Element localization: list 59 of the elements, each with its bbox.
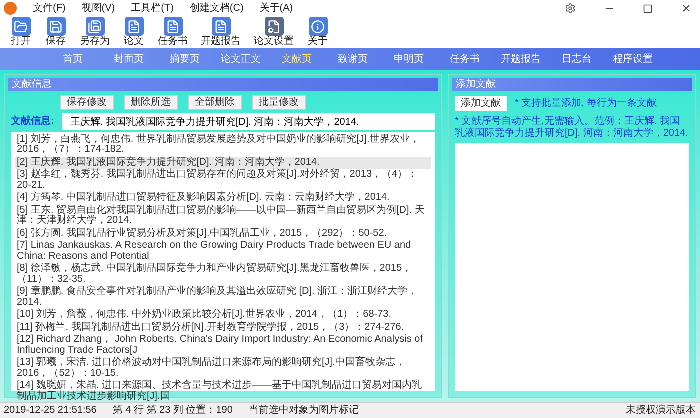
menu-item[interactable]: 文件(F): [33, 1, 66, 16]
action-button[interactable]: 批量修改: [252, 95, 306, 110]
hint-text: * 支持批量添加, 每行为一条文献: [515, 96, 658, 111]
reference-item[interactable]: [1] 刘芳，白燕飞，何忠伟. 世界乳制品贸易发展趋势及对中国奶业的影响研究[J].世界农业，2016，（7）：174-182.: [15, 134, 431, 156]
toolbar-button[interactable]: 开题报告: [201, 17, 241, 47]
add-reference-button[interactable]: 添加文献: [455, 96, 507, 111]
status-time: 2019-12-25 21:51:56: [4, 404, 97, 418]
license-text: 未授权演示版本: [626, 404, 696, 418]
reference-item[interactable]: [8] 徐泽敏，杨志武. 中国乳制品国际竞争力和产业内贸易研究[J].黑龙江畜牧兽医，2015，（11）：32-35.: [15, 264, 431, 286]
toolbar-button[interactable]: 论文: [123, 17, 145, 47]
info-icon: [308, 17, 328, 36]
nav-tab[interactable]: 日志台: [549, 52, 605, 66]
reference-item[interactable]: [6] 张方圆. 我国乳品行业贸易分析及对策[J].中国乳品工业，2015，（292）：50-52.: [15, 228, 431, 240]
nav-tab[interactable]: 申明页: [381, 52, 437, 66]
reference-item[interactable]: [3] 赵李红，魏秀芬. 我国乳制品进出口贸易存在的问题及对策[J].对外经贸，2013，（4）：20-21.: [15, 170, 431, 192]
reference-item[interactable]: [9] 章鹏鹏. 食品安全事件对乳制品产业的影响及其溢出效应研究 [D]. 浙江：浙江财经大学，2014.: [15, 286, 431, 308]
reference-item[interactable]: [14] 魏晓妍，朱晶. 进口来源国、技术含量与技术进步——基于中国乳制品进口贸易对国内乳制品加工业技术进步影响研究[J].国: [15, 380, 431, 402]
status-message: 当前选中对象为图片标记: [248, 404, 359, 418]
reference-item[interactable]: [4] 方筠琴. 中国乳制品进口贸易特征及影响因素分析[D]. 云南：云南财经大学，2014.: [15, 192, 431, 204]
reference-item[interactable]: [10] 刘芳，詹薇，何忠伟. 中外奶业政策比较分析[J].世界农业，2014，（1）：68-73.: [15, 310, 431, 321]
input-field[interactable]: [455, 143, 689, 391]
toolbar-button[interactable]: 论文设置: [254, 17, 294, 47]
nav-tab[interactable]: 开题报告: [493, 52, 549, 66]
toolbar-button[interactable]: 另存为: [80, 17, 110, 47]
toolbar-button[interactable]: 打开: [10, 17, 32, 47]
reference-item[interactable]: [13] 郭曦，宋洁. 进口价格波动对中国乳制品进口来源布局的影响研究[J].中国畜牧杂志，2016，（52）：10-15.: [15, 358, 431, 380]
example-text: * 文献序号自动产生,无需输入。范例：王庆辉. 我国乳液国际竞争力提升研究[D]. 河南：河南大学，2014.: [454, 114, 690, 141]
toolbar-button[interactable]: 关于: [307, 17, 329, 47]
panel-header: 添加文献: [452, 78, 692, 91]
document-icon: [164, 17, 182, 36]
panel-header: 文献信息: [8, 78, 438, 91]
action-button[interactable]: 删除所选: [124, 95, 178, 110]
folder-icon: [12, 17, 30, 36]
nav-tab[interactable]: 任务书: [437, 52, 493, 66]
nav-tab[interactable]: 致谢页: [325, 52, 381, 66]
reference-item[interactable]: [12] Richard Zhang， John Roberts. China's Dairy Import Industry: An Economic Analysis of Influencing Trade Factors[J: [15, 334, 431, 356]
menu-item[interactable]: 视图(V): [82, 1, 116, 16]
maximize-icon[interactable]: [643, 4, 653, 14]
nav-tab[interactable]: 程序设置: [605, 52, 661, 66]
menu-item[interactable]: 创建文档(C): [190, 1, 244, 16]
reference-item[interactable]: [5] 王东. 贸易自由化对我国乳制品进口贸易的影响——以中国—新西兰自由贸易区为例[D]. 天津：天津财经大学，2014.: [15, 205, 431, 227]
reference-item[interactable]: [7] Linas Jankauskas. A Research on the Growing Dairy Products Trade between EU and China: Reasons and Potential: [15, 240, 431, 262]
reference-item[interactable]: [11] 孙梅兰. 我国乳制品进出口贸易分析[N].开封教育学院学报，2015，（3）：274-276.: [15, 322, 431, 334]
document-gear-icon: [264, 17, 284, 36]
menu-item[interactable]: 关于(A): [260, 1, 294, 16]
document-icon: [212, 17, 230, 36]
toolbar-button[interactable]: 保存: [45, 17, 67, 47]
field-label: 文献信息:: [11, 114, 54, 129]
input-field[interactable]: 王庆辉. 我国乳液国际竞争力提升研究[D]. 河南：河南大学，2014.: [62, 113, 435, 130]
toolbar-button[interactable]: 任务书: [158, 17, 188, 47]
reference-item[interactable]: [2] 王庆辉. 我国乳液国际竞争力提升研究[D]. 河南：河南大学，2014.: [15, 157, 431, 168]
settings-icon[interactable]: [565, 3, 576, 14]
action-button[interactable]: 全部删除: [188, 95, 242, 110]
close-icon[interactable]: [681, 3, 692, 14]
status-position: 第 4 行 第 23 列 位置：190: [112, 404, 233, 418]
document-icon: [124, 17, 144, 36]
action-button[interactable]: 保存修改: [60, 95, 114, 110]
app-logo-icon: [4, 2, 17, 15]
menu-item[interactable]: 工具栏(T): [131, 1, 174, 16]
